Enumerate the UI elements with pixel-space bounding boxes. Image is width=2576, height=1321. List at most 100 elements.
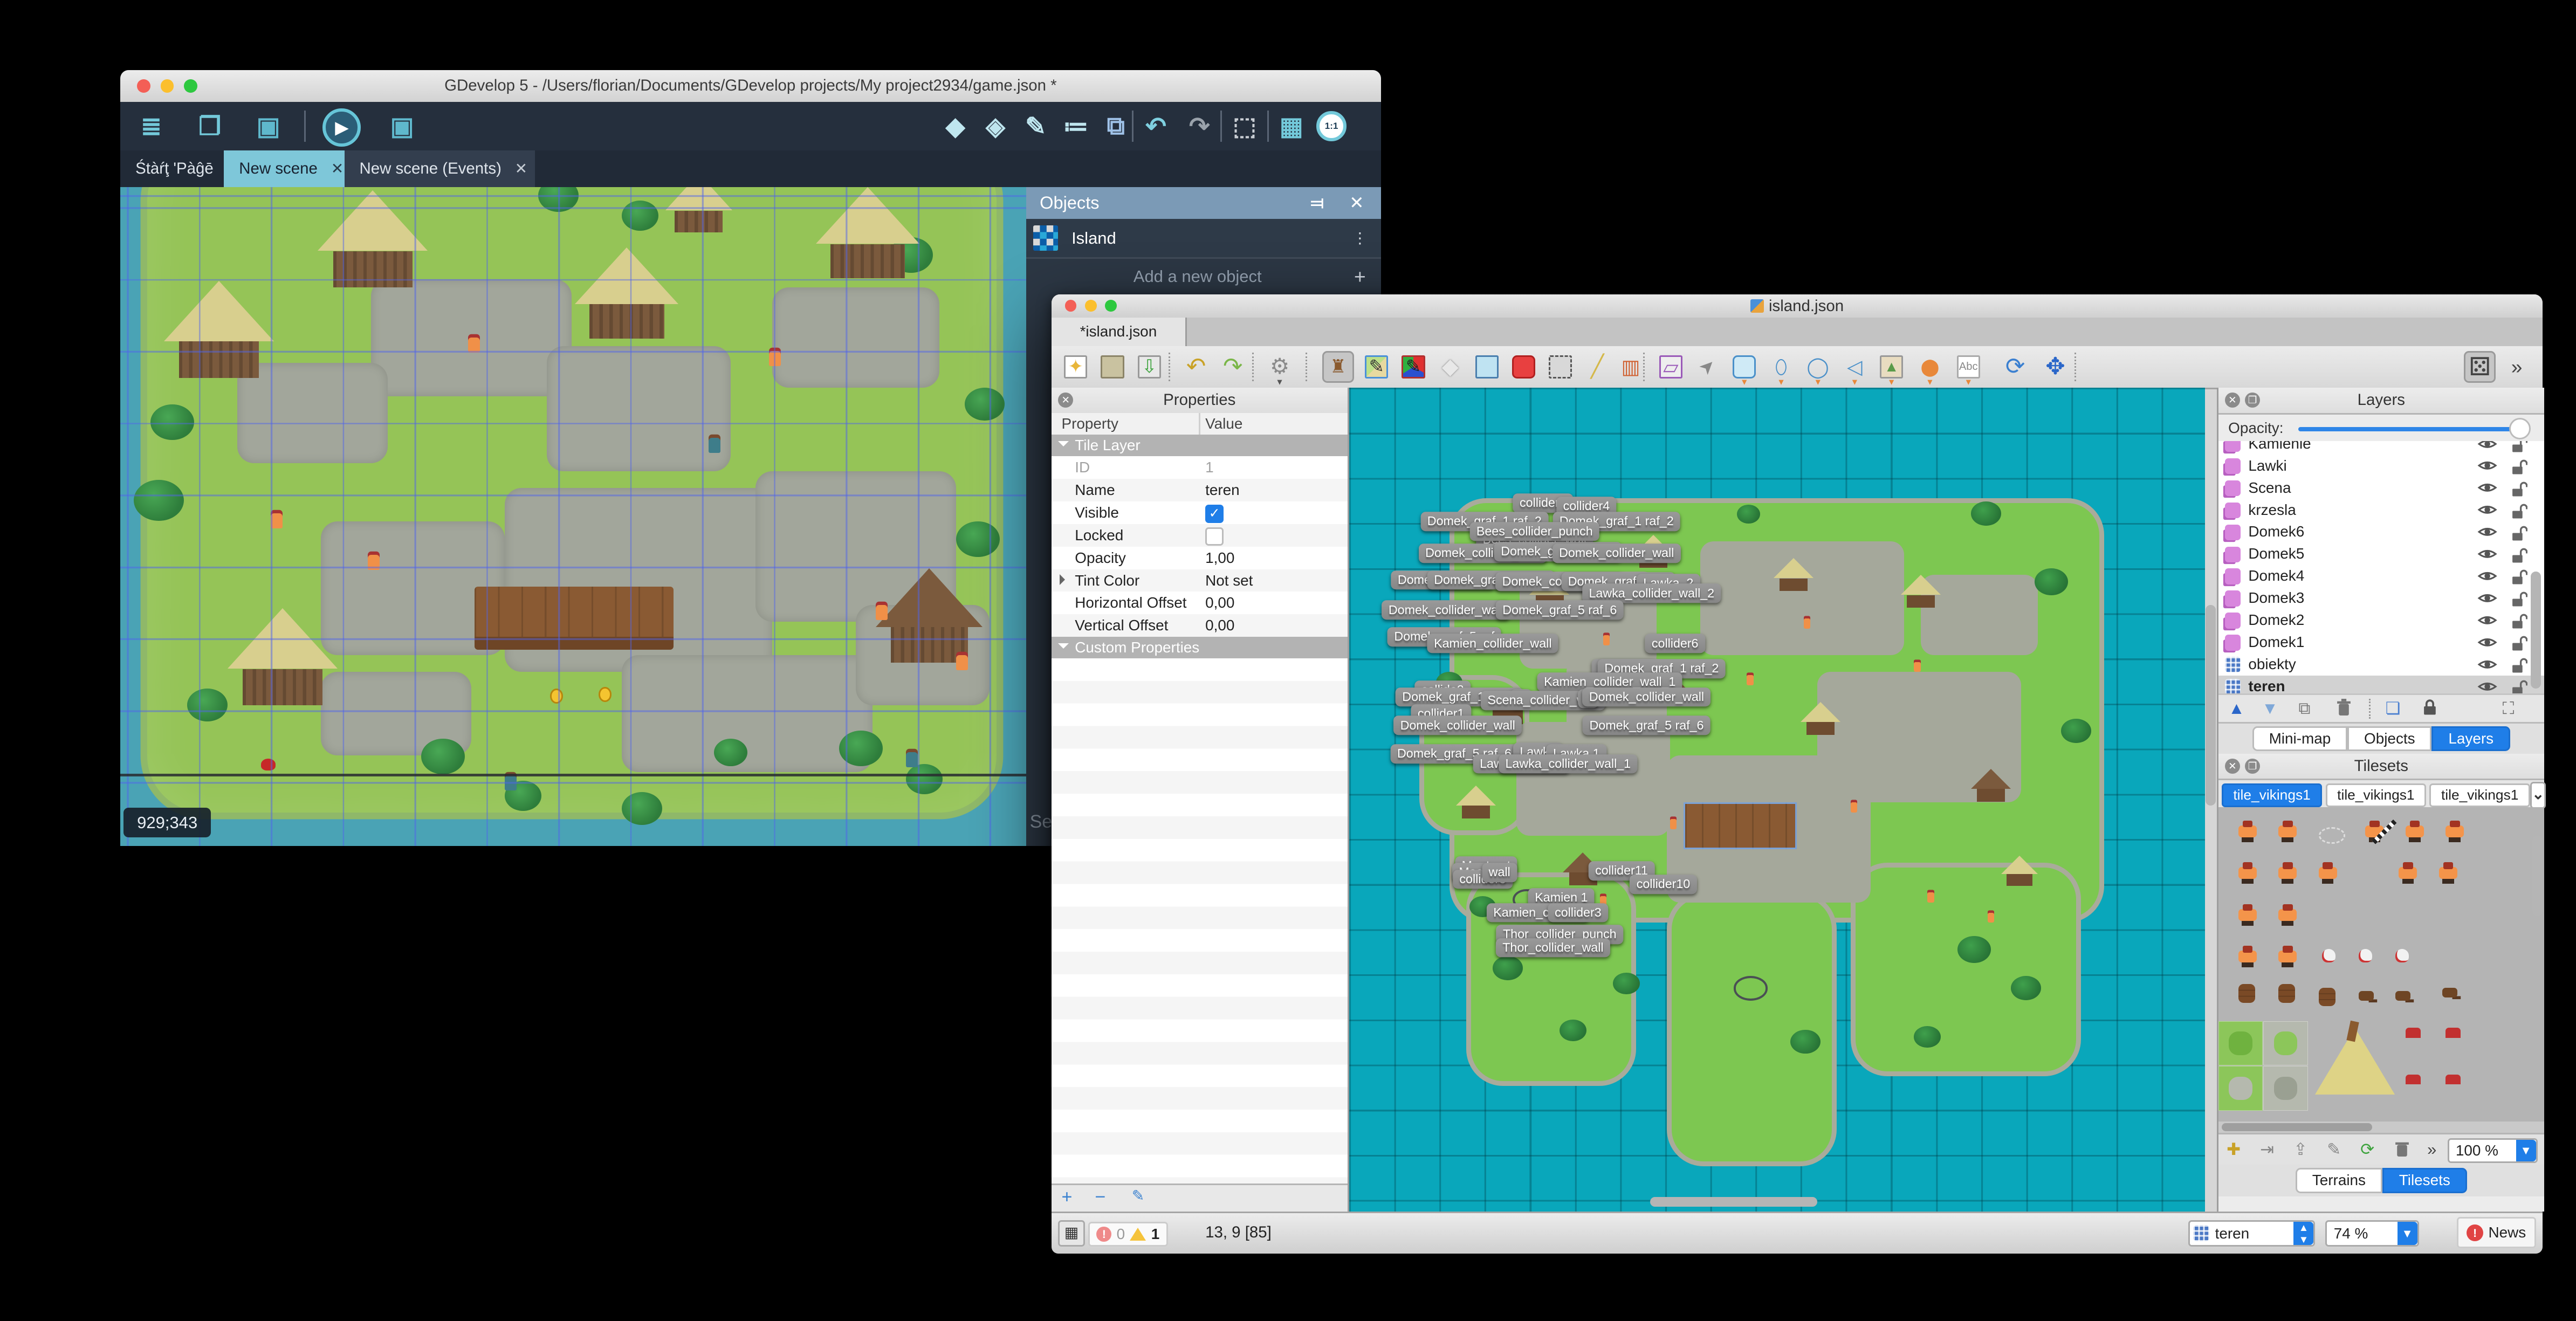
tileset-sprite-viking[interactable] (2238, 904, 2257, 926)
remove-property-icon[interactable]: − (1095, 1187, 1105, 1208)
checkbox[interactable]: ✓ (1205, 505, 1224, 524)
bottom-tab-tilesets[interactable]: Tilesets (2382, 1168, 2467, 1193)
tileset-hscrollbar[interactable] (2218, 1121, 2545, 1133)
tileset-sprite-chicken[interactable] (2395, 949, 2409, 963)
minimize-window-button[interactable] (1084, 300, 1097, 312)
property-row-id[interactable]: ID 1 (1051, 456, 1348, 479)
select-same-tile-icon[interactable]: ▥ (1617, 353, 1645, 381)
panel-float-icon[interactable]: ❐ (2245, 393, 2261, 408)
save-icon[interactable]: ⇩ (1135, 353, 1164, 381)
delete-selection-icon[interactable]: ⬚ (1227, 108, 1262, 143)
add-object-icon[interactable]: ◆ (938, 108, 973, 143)
tileset-sprite-crab[interactable] (2446, 1028, 2461, 1038)
tile-selection-icon[interactable] (1473, 353, 1501, 381)
layer-row-teren[interactable]: teren (2218, 675, 2545, 694)
layer-row-domek5[interactable]: Domek5 (2218, 543, 2545, 565)
visibility-eye-icon[interactable] (2477, 481, 2497, 494)
shape-fill-icon[interactable]: ◆ (1436, 353, 1465, 381)
insert-point-icon[interactable]: ⬯ ▾ (1767, 353, 1796, 387)
visibility-eye-icon[interactable] (2477, 614, 2497, 627)
visibility-eye-icon[interactable] (2477, 547, 2497, 561)
lock-layer-icon[interactable] (2422, 699, 2437, 715)
tileset-sprite-viking[interactable] (2278, 946, 2297, 968)
checkbox[interactable] (1205, 527, 1224, 546)
stamp-brush-icon[interactable]: ♜ (1322, 350, 1354, 383)
tileset-view[interactable] (2218, 807, 2545, 1122)
visibility-eye-icon[interactable] (2477, 441, 2497, 450)
play-icon[interactable]: ▶ (322, 108, 361, 147)
layer-row-domek3[interactable]: Domek3 (2218, 587, 2545, 609)
debug-icon[interactable]: ▣ (384, 108, 420, 143)
select-object-icon[interactable]: ▱ (1657, 353, 1685, 381)
tileset-tile-terrain[interactable] (2263, 1066, 2308, 1111)
rect-select-icon[interactable] (1546, 353, 1575, 381)
property-row-opacity[interactable]: Opacity 1,00 (1051, 546, 1348, 569)
visibility-eye-icon[interactable] (2477, 569, 2497, 583)
duplicate-layer-icon[interactable]: ⧉ (2298, 699, 2310, 719)
tileset-sprite-crab[interactable] (2446, 1074, 2461, 1085)
current-layer-combo[interactable]: teren ▲ ▼ (2188, 1220, 2316, 1247)
insert-rectangle-icon[interactable]: ▾ (1730, 353, 1758, 387)
tileset-vscrollbar[interactable] (2532, 835, 2543, 916)
minimize-window-button[interactable] (160, 79, 174, 93)
lock-icon[interactable] (2511, 458, 2528, 475)
insert-text-icon[interactable]: Abc ▾ (1954, 353, 1983, 387)
lock-icon[interactable] (2511, 480, 2528, 497)
lock-icon[interactable] (2511, 635, 2528, 651)
tileset-sprite-ghost[interactable] (2318, 827, 2345, 844)
property-row-name[interactable]: Name teren (1051, 479, 1348, 501)
dock-tab-objects[interactable]: Objects (2347, 726, 2432, 752)
insert-template-icon[interactable]: ⬤ ▾ (1916, 353, 1945, 387)
lower-layer-icon[interactable]: ▼ (2262, 699, 2278, 718)
new-file-icon[interactable]: ✦ (1061, 353, 1090, 381)
panel-close-icon[interactable]: ✕ (1058, 393, 1074, 408)
tileset-sprite-viking[interactable] (2405, 820, 2424, 842)
raise-layer-icon[interactable]: ▲ (2228, 699, 2245, 718)
grid-toggle-button[interactable]: ▦ (1058, 1220, 1085, 1247)
reload-tileset-icon[interactable]: ⟳ (2360, 1140, 2374, 1159)
zoom-window-button[interactable] (1105, 300, 1117, 312)
highlight-layer-icon[interactable]: ⛶ (2503, 699, 2515, 719)
preview-window-icon[interactable]: ❐ (192, 108, 227, 143)
property-group-tile-layer[interactable]: Tile Layer (1051, 434, 1348, 457)
layer-row-domek1[interactable]: Domek1 (2218, 631, 2545, 653)
opacity-slider-track[interactable] (2298, 426, 2521, 431)
message-badge[interactable]: ! 0 1 (1088, 1221, 1168, 1247)
tileset-sprite-wood[interactable] (2395, 990, 2411, 1001)
visibility-eye-icon[interactable] (2477, 525, 2497, 539)
layer-row-domek2[interactable]: Domek2 (2218, 609, 2545, 631)
property-row-visible[interactable]: Visible ✓ (1051, 501, 1348, 524)
tileset-sprite-viking[interactable] (2238, 820, 2257, 842)
visibility-eye-icon[interactable] (2477, 680, 2497, 693)
remove-layer-icon[interactable] (2335, 698, 2352, 717)
redo-icon[interactable]: ↷ (1219, 353, 1247, 381)
terrain-brush-icon[interactable]: ✎ (1362, 353, 1391, 381)
redo-icon[interactable]: ↷ (1182, 108, 1217, 143)
property-row-tint-color[interactable]: Tint Color Not set (1051, 569, 1348, 592)
objects-group-icon[interactable]: ◈ (978, 108, 1013, 143)
merge-layer-icon[interactable]: ❏ (2386, 699, 2401, 718)
automapping-icon[interactable]: ⚙ ▾ (1266, 353, 1294, 388)
tileset-sprite-viking[interactable] (2318, 862, 2337, 884)
lock-icon[interactable] (2511, 441, 2528, 453)
lock-icon[interactable] (2511, 568, 2528, 585)
lock-icon[interactable] (2511, 679, 2528, 694)
tab-new-scene--events-[interactable]: New scene (Events) ✕ (344, 150, 535, 188)
insert-tile-icon[interactable]: ▲ ▾ (1877, 353, 1906, 387)
tileset-tab[interactable]: tile_vikings1 (2429, 783, 2530, 807)
undo-icon[interactable]: ↶ (1138, 108, 1173, 143)
add-object-row[interactable]: Add a new object + (1026, 259, 1380, 294)
tileset-sprite-crab[interactable] (2405, 1074, 2421, 1085)
tileset-sprite-barrel[interactable] (2238, 984, 2255, 1003)
map-horizontal-scrollbar[interactable] (1650, 1196, 1817, 1207)
gdevelop-titlebar[interactable]: GDevelop 5 - /Users/florian/Documents/GD… (120, 70, 1381, 104)
visibility-eye-icon[interactable] (2477, 636, 2497, 649)
debugger-icon[interactable]: ▣ (251, 108, 286, 143)
map-canvas[interactable]: collider7 collider4 Domek_graf_1 raf_2 Dome… (1349, 388, 2205, 1212)
project-manager-icon[interactable]: ≣ (134, 108, 169, 143)
layer-row-kamienie[interactable]: Kamienie (2218, 441, 2545, 455)
lock-icon[interactable] (2511, 590, 2528, 607)
tileset-sprite-viking[interactable] (2278, 904, 2297, 926)
tileset-tab[interactable]: tile_vikings1 (2221, 783, 2323, 807)
close-tab-icon[interactable]: ✕ (515, 160, 527, 177)
